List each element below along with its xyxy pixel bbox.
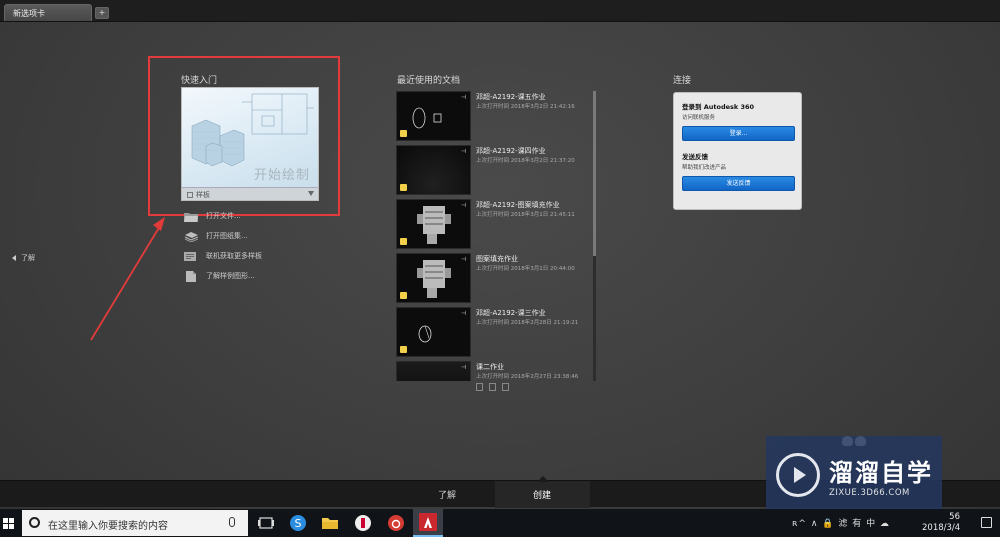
cortana-icon: [29, 517, 40, 528]
document-last-opened: 上次打开时间 2018年3月2日 21:42:16: [476, 104, 575, 110]
sample-drawings-link[interactable]: 了解样例图形...: [184, 266, 262, 286]
autocad-icon: [419, 513, 437, 531]
taskbar-clock[interactable]: 56: [920, 511, 960, 523]
tab-learn[interactable]: 了解: [438, 488, 456, 501]
tab-new[interactable]: 新选项卡: [4, 4, 92, 21]
open-sheet-set-link[interactable]: 打开图纸集...: [184, 226, 262, 246]
windows-taskbar: 在这里输入你要搜索的内容 S ʀ^ ∧ 🔒 滤 有 中 ☁ 56 2018/3/…: [0, 509, 1000, 537]
open-folder-icon: [184, 212, 198, 222]
svg-text:S: S: [295, 517, 302, 530]
document-thumbnail: ⊣: [396, 91, 471, 141]
media-player-icon[interactable]: [353, 513, 373, 533]
autocad-taskbar-button[interactable]: [413, 509, 443, 537]
task-view-icon[interactable]: [256, 513, 276, 533]
arrow-left-icon: [12, 255, 16, 261]
tab-label: 新选项卡: [13, 9, 45, 18]
recent-documents-list: ⊣ 邓超-A2192-课五作业 上次打开时间 2018年3月2日 21:42:1…: [396, 91, 592, 381]
taskbar-search-box[interactable]: 在这里输入你要搜索的内容: [22, 510, 248, 536]
action-center-icon[interactable]: [981, 517, 992, 528]
recent-document[interactable]: ⊣ 邓超-A2192-课四作业 上次打开时间 2018年3月2日 21:37:2…: [396, 145, 592, 197]
document-thumbnail: ⊣: [396, 145, 471, 195]
signin-button[interactable]: 登录...: [682, 126, 795, 141]
signin-subtitle: 访问联机服务: [682, 115, 716, 121]
small-thumbnails-icon[interactable]: [489, 383, 496, 391]
dwg-file-icon: [400, 346, 407, 353]
list-view-icon[interactable]: [502, 383, 509, 391]
dwg-file-icon: [400, 130, 407, 137]
document-thumbnail: ⊣: [396, 253, 471, 303]
document-title: 邓超-A2192-课三作业: [476, 309, 546, 317]
connect-heading: 连接: [673, 76, 692, 86]
annotation-highlight-box: [148, 56, 340, 216]
search-placeholder: 在这里输入你要搜索的内容: [48, 521, 168, 532]
watermark-logo-icon: [776, 453, 820, 497]
document-last-opened: 上次打开时间 2018年3月2日 21:37:20: [476, 158, 575, 164]
document-thumbnail: ⊣: [396, 199, 471, 249]
netease-music-icon[interactable]: [386, 513, 406, 533]
recent-document[interactable]: ⊣ 图案填充作业 上次打开时间 2018年3月1日 20:44:00: [396, 253, 592, 305]
learn-expander-label: 了解: [21, 254, 35, 262]
recent-document[interactable]: ⊣ 邓超-A2192-课五作业 上次打开时间 2018年3月2日 21:42:1…: [396, 91, 592, 143]
online-templates-icon: [184, 251, 196, 261]
pin-icon[interactable]: ⊣: [461, 202, 466, 209]
dwg-file-icon: [400, 184, 407, 191]
document-tab-bar: 新选项卡 +: [0, 0, 1000, 22]
connect-panel: 登录到 Autodesk 360 访问联机服务 登录... 发送反馈 帮助我们改…: [673, 92, 802, 210]
large-thumbnails-icon[interactable]: [476, 383, 483, 391]
recent-documents-heading: 最近使用的文档: [397, 76, 461, 86]
open-files-link[interactable]: 打开文件...: [184, 206, 262, 226]
document-last-opened: 上次打开时间 2018年3月1日 21:45:11: [476, 212, 575, 218]
recent-scrollbar[interactable]: [593, 91, 596, 381]
document-title: 课二作业: [476, 363, 504, 371]
file-explorer-icon[interactable]: [320, 513, 340, 533]
dwg-file-icon: [400, 292, 407, 299]
sheet-set-icon: [184, 231, 198, 242]
feedback-title: 发送反馈: [682, 153, 708, 161]
scrollbar-thumb[interactable]: [593, 91, 596, 256]
microphone-icon[interactable]: [229, 517, 235, 527]
document-title: 邓超-A2192-课四作业: [476, 147, 546, 155]
recent-document[interactable]: ⊣ 课二作业 上次打开时间 2018年2月27日 23:38:46: [396, 361, 592, 381]
dwg-file-icon: [400, 238, 407, 245]
sample-drawings-icon: [186, 270, 196, 282]
open-sheet-set-label: 打开图纸集...: [206, 232, 248, 240]
pin-icon[interactable]: ⊣: [461, 256, 466, 263]
tab-create[interactable]: 创建: [533, 488, 551, 501]
quick-start-links: 打开文件... 打开图纸集... 联机获取更多样板 了解样例图形...: [184, 206, 262, 286]
recent-document[interactable]: ⊣ 邓超-A2192-图案填充作业 上次打开时间 2018年3月1日 21:45…: [396, 199, 592, 251]
recent-document[interactable]: ⊣ 邓超-A2192-课三作业 上次打开时间 2018年2月28日 21:19:…: [396, 307, 592, 359]
get-more-templates-label: 联机获取更多样板: [206, 252, 262, 260]
pin-icon[interactable]: ⊣: [461, 364, 466, 371]
document-last-opened: 上次打开时间 2018年3月1日 20:44:00: [476, 266, 575, 272]
send-feedback-button[interactable]: 发送反馈: [682, 176, 795, 191]
pin-icon[interactable]: ⊣: [461, 94, 466, 101]
windows-start-button[interactable]: [0, 509, 20, 537]
signin-title: 登录到 Autodesk 360: [682, 103, 755, 111]
feedback-subtitle: 帮助我们改进产品: [682, 165, 727, 171]
pin-icon[interactable]: ⊣: [461, 310, 466, 317]
document-thumbnail: ⊣: [396, 361, 471, 381]
pin-icon[interactable]: ⊣: [461, 148, 466, 155]
document-title: 邓超-A2192-课五作业: [476, 93, 546, 101]
sogou-browser-icon[interactable]: S: [288, 513, 308, 533]
watermark-title: 溜溜自学: [829, 459, 933, 487]
annotation-arrow: [90, 217, 165, 341]
document-title: 图案填充作业: [476, 255, 518, 263]
sample-drawings-label: 了解样例图形...: [206, 272, 255, 280]
new-tab-button[interactable]: +: [95, 7, 109, 19]
get-more-templates-link[interactable]: 联机获取更多样板: [184, 246, 262, 266]
document-thumbnail: ⊣: [396, 307, 471, 357]
taskbar-date[interactable]: 2018/3/4: [922, 523, 960, 533]
watermark: 溜溜自学 ZIXUE.3D66.COM: [766, 436, 942, 511]
system-tray[interactable]: ʀ^ ∧ 🔒 滤 有 中 ☁: [792, 516, 890, 529]
document-title: 邓超-A2192-图案填充作业: [476, 201, 560, 209]
document-last-opened: 上次打开时间 2018年2月28日 21:19:21: [476, 320, 579, 326]
learn-expander[interactable]: 了解: [12, 253, 35, 263]
open-files-label: 打开文件...: [206, 212, 241, 220]
view-mode-toggle: [476, 383, 509, 391]
watermark-url: ZIXUE.3D66.COM: [829, 488, 910, 498]
document-last-opened: 上次打开时间 2018年2月27日 23:38:46: [476, 374, 579, 380]
autocad-start-page: 新选项卡 + 了解 快速入门 开始绘制 样板 打开文件... 打开图纸集... …: [0, 0, 1000, 537]
nav-notch: [537, 476, 549, 482]
